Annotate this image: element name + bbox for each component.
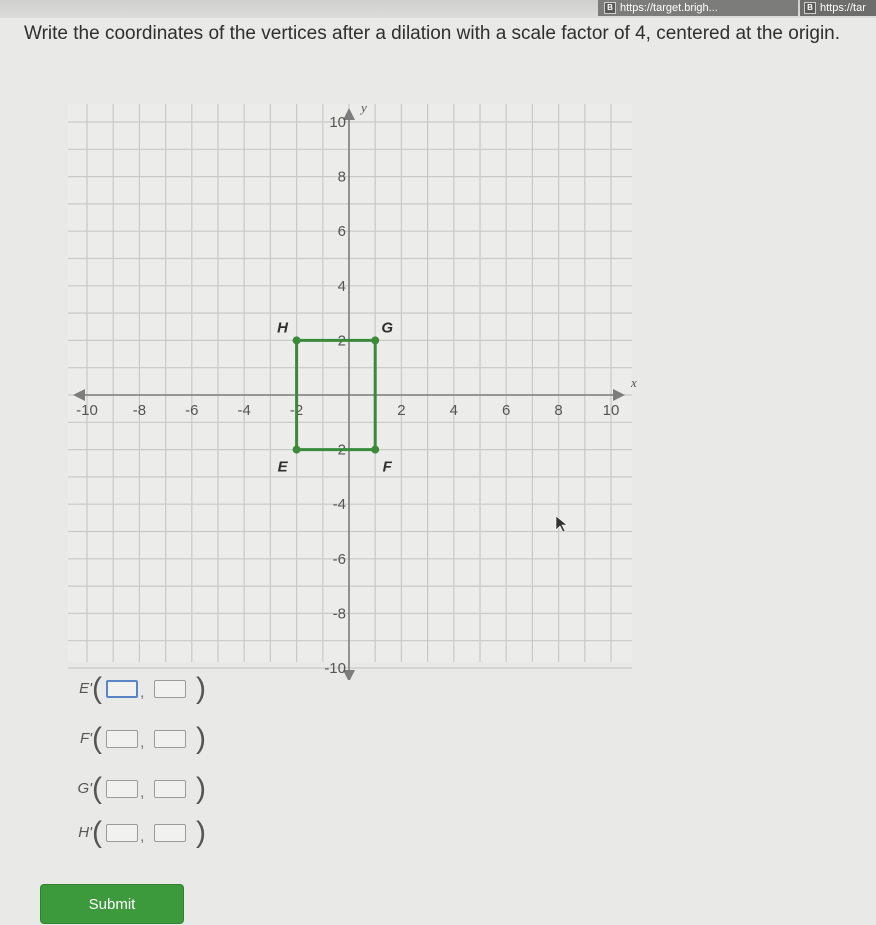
x-tick-label: -4 xyxy=(238,402,251,419)
x-tick-label: 10 xyxy=(603,402,620,419)
vertex-label: F' xyxy=(79,730,92,747)
vertex-point-e xyxy=(292,445,301,454)
answer-row-e-prime: E' ( , ) xyxy=(60,672,260,708)
y-tick-label: -8 xyxy=(333,605,346,622)
y-tick-label: 4 xyxy=(338,278,346,295)
vertex-label-e: E xyxy=(278,459,289,476)
h-prime-y-input[interactable] xyxy=(154,824,186,842)
vertex-label: G' xyxy=(77,780,92,797)
x-tick-label: 2 xyxy=(397,402,405,419)
open-paren: ( xyxy=(92,772,102,805)
vertex-label-g: G xyxy=(381,319,393,336)
coordinate-plane-graph: xy-10-10-8-8-6-6-4-4-2-2224466881010E FGH xyxy=(68,100,637,680)
x-tick-label: -10 xyxy=(76,402,98,419)
x-tick-label: 4 xyxy=(450,402,458,419)
comma: , xyxy=(140,828,145,845)
answer-row-g-prime: G' ( , ) xyxy=(60,772,260,808)
open-paren: ( xyxy=(92,816,102,849)
y-tick-label: -6 xyxy=(333,551,346,568)
f-prime-x-input[interactable] xyxy=(106,730,138,748)
e-prime-y-input[interactable] xyxy=(154,680,186,698)
close-paren: ) xyxy=(196,722,206,755)
vertex-point-h xyxy=(292,336,301,345)
comma: , xyxy=(140,784,145,801)
e-prime-x-input[interactable] xyxy=(106,680,138,698)
graph-background xyxy=(68,104,632,662)
y-tick-label: -10 xyxy=(324,660,346,677)
vertex-label: H' xyxy=(78,824,92,841)
close-paren: ) xyxy=(196,672,206,705)
vertex-label-f: F xyxy=(383,459,393,476)
close-paren: ) xyxy=(196,816,206,849)
y-tick-label: -4 xyxy=(333,496,346,513)
x-tick-label: -6 xyxy=(185,402,198,419)
x-axis-label: x xyxy=(630,375,637,390)
g-prime-y-input[interactable] xyxy=(154,780,186,798)
submit-button[interactable]: Submit xyxy=(40,884,184,924)
answer-row-f-prime: F' ( , ) xyxy=(60,722,260,758)
y-tick-label: 8 xyxy=(338,169,346,186)
y-tick-label: 6 xyxy=(338,223,346,240)
answer-row-h-prime: H' ( , ) xyxy=(60,816,260,852)
y-axis-label: y xyxy=(359,100,367,115)
y-tick-label: 10 xyxy=(329,114,346,131)
f-prime-y-input[interactable] xyxy=(154,730,186,748)
x-tick-label: -8 xyxy=(133,402,146,419)
h-prime-x-input[interactable] xyxy=(106,824,138,842)
vertex-point-g xyxy=(371,336,380,345)
x-tick-label: 8 xyxy=(554,402,562,419)
open-paren: ( xyxy=(92,722,102,755)
vertex-label-h: H xyxy=(277,319,289,336)
x-tick-label: 6 xyxy=(502,402,510,419)
vertex-label: E' xyxy=(79,680,92,697)
comma: , xyxy=(140,684,145,701)
open-paren: ( xyxy=(92,672,102,705)
close-paren: ) xyxy=(196,772,206,805)
g-prime-x-input[interactable] xyxy=(106,780,138,798)
vertex-point-f xyxy=(371,445,380,454)
comma: , xyxy=(140,734,145,751)
